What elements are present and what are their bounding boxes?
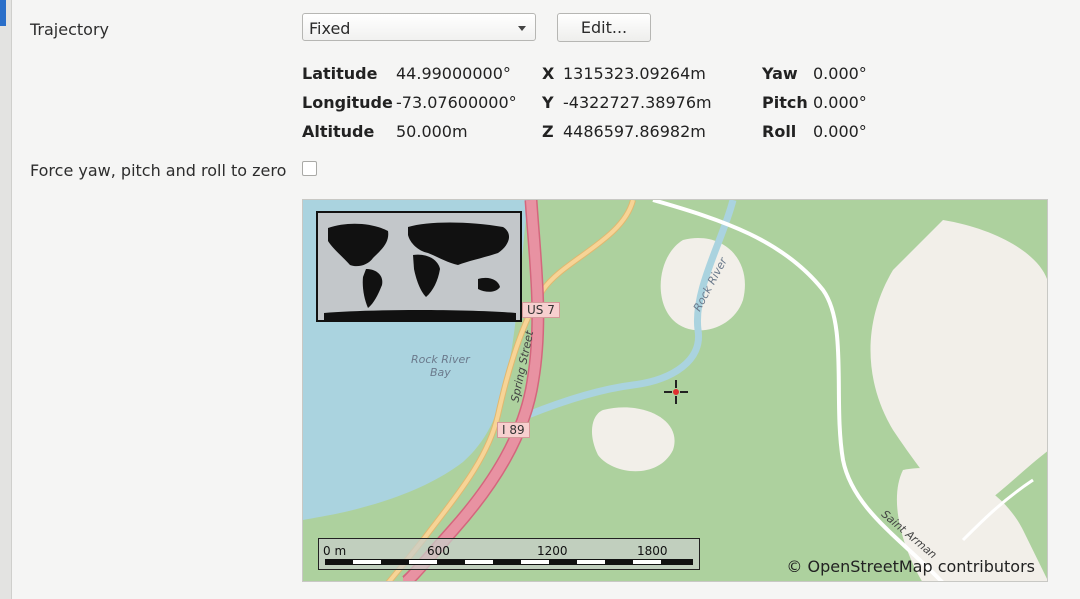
- trajectory-select-value: Fixed: [309, 19, 351, 38]
- world-map-icon: [318, 213, 520, 320]
- scale-bar: 0 m 600 1200 1800: [318, 538, 700, 570]
- scale-tick-1: 600: [427, 544, 450, 558]
- scale-tick-0: 0 m: [323, 544, 347, 558]
- chevron-down-icon: [518, 26, 526, 31]
- bay-label: Rock River Bay: [411, 353, 470, 379]
- force-zero-checkbox[interactable]: [302, 161, 317, 176]
- yaw-value: 0.000°: [813, 64, 867, 83]
- z-label: Z: [542, 122, 554, 141]
- yaw-label: Yaw: [762, 64, 798, 83]
- x-value: 1315323.09264m: [563, 64, 706, 83]
- x-label: X: [542, 64, 555, 83]
- pitch-value: 0.000°: [813, 93, 867, 112]
- roll-label: Roll: [762, 122, 797, 141]
- us7-shield: US 7: [522, 302, 560, 318]
- map-view[interactable]: Rock River Bay Rock River Spring Street …: [302, 199, 1048, 582]
- force-zero-label: Force yaw, pitch and roll to zero: [30, 161, 287, 180]
- scale-tick-3: 1800: [637, 544, 668, 558]
- scale-tick-2: 1200: [537, 544, 568, 558]
- i89-shield: I 89: [497, 422, 530, 438]
- selection-accent: [0, 0, 6, 26]
- roll-value: 0.000°: [813, 122, 867, 141]
- latitude-value: 44.99000000°: [396, 64, 511, 83]
- scale-bar-graphic: [325, 559, 693, 565]
- position-marker-icon: [664, 380, 688, 404]
- altitude-label: Altitude: [302, 122, 375, 141]
- latitude-label: Latitude: [302, 64, 378, 83]
- longitude-label: Longitude: [302, 93, 393, 112]
- trajectory-label: Trajectory: [30, 20, 109, 39]
- y-label: Y: [542, 93, 554, 112]
- world-overview-map[interactable]: [316, 211, 522, 322]
- y-value: -4322727.38976m: [563, 93, 712, 112]
- map-attribution: © OpenStreetMap contributors: [786, 557, 1035, 576]
- altitude-value: 50.000m: [396, 122, 468, 141]
- edit-trajectory-button[interactable]: Edit...: [557, 13, 651, 42]
- longitude-value: -73.07600000°: [396, 93, 517, 112]
- pitch-label: Pitch: [762, 93, 808, 112]
- trajectory-select[interactable]: Fixed: [302, 13, 536, 41]
- z-value: 4486597.86982m: [563, 122, 706, 141]
- left-panel-edge: [0, 0, 12, 599]
